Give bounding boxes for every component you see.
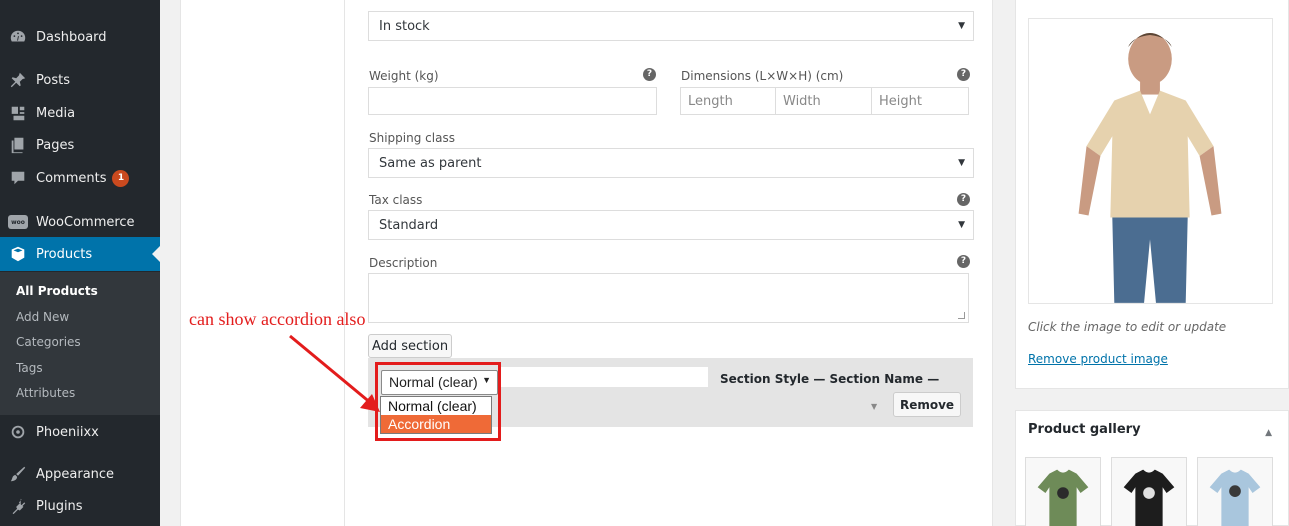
annotation-text: can show accordion also	[189, 309, 366, 329]
sidebar-item-comments[interactable]: Comments 1	[0, 161, 160, 195]
sidebar-item-label: Posts	[36, 72, 70, 88]
brush-icon	[0, 465, 36, 483]
variation-fields-area	[344, 0, 994, 526]
image-caption: Click the image to edit or update	[1028, 320, 1227, 334]
width-input[interactable]: Width	[775, 87, 872, 115]
tax-class-label: Tax class	[369, 193, 423, 207]
dashboard-icon	[0, 28, 36, 46]
active-menu-arrow	[152, 246, 160, 262]
sidebar-item-woocommerce[interactable]: woo WooCommerce	[0, 205, 160, 239]
comments-icon	[0, 169, 36, 187]
tshirt-icon	[1037, 469, 1089, 526]
stock-status-select[interactable]: In stock ▼	[368, 11, 974, 41]
sidebar-item-label: Phoeniixx	[36, 424, 99, 440]
tax-class-select[interactable]: Standard ▼	[368, 210, 974, 240]
sidebar-item-plugins[interactable]: Plugins	[0, 489, 160, 523]
sidebar-item-label: Appearance	[36, 466, 115, 482]
help-icon[interactable]: ?	[957, 68, 970, 81]
sidebar-item-posts[interactable]: Posts	[0, 63, 160, 97]
shipping-class-value: Same as parent	[379, 155, 482, 171]
shipping-class-select[interactable]: Same as parent ▼	[368, 148, 974, 178]
sidebar-item-appearance[interactable]: Appearance	[0, 457, 160, 491]
sidebar-item-label: Plugins	[36, 498, 83, 514]
media-icon	[0, 104, 36, 122]
help-icon[interactable]: ?	[957, 193, 970, 206]
annotation-arrow-icon	[289, 334, 380, 412]
tshirt-model-photo	[1078, 33, 1222, 303]
sidebar-item-label: Comments	[36, 170, 107, 186]
sidebar-item-label: WooCommerce	[36, 214, 135, 230]
tshirt-icon	[1209, 469, 1261, 526]
remove-product-image-link[interactable]: Remove product image	[1028, 352, 1168, 366]
pin-icon	[0, 71, 36, 89]
sidebar-item-products[interactable]: Products	[0, 237, 160, 271]
chevron-down-icon: ▼	[958, 21, 965, 31]
chevron-down-icon: ▼	[958, 220, 965, 230]
products-icon	[0, 245, 36, 263]
tshirt-icon	[1123, 469, 1175, 526]
plugins-icon	[0, 497, 36, 515]
submenu-add-new[interactable]: Add New	[16, 310, 69, 324]
phoeniixx-icon	[0, 423, 36, 441]
submenu-tags[interactable]: Tags	[16, 361, 43, 375]
products-submenu: All Products Add New Categories Tags Att…	[0, 272, 160, 415]
description-textarea[interactable]	[368, 273, 969, 323]
pages-icon	[0, 136, 36, 154]
woocommerce-logo-text: woo	[8, 215, 28, 229]
admin-sidebar: Dashboard Posts Media Pages Comments 1 w…	[0, 0, 160, 526]
section-style-label: Section Style — Section Name —	[720, 372, 940, 386]
stock-status-value: In stock	[379, 18, 430, 34]
shipping-class-label: Shipping class	[369, 131, 455, 145]
product-data-panel	[180, 0, 993, 526]
tax-class-value: Standard	[379, 217, 439, 233]
chevron-down-icon: ▼	[958, 158, 965, 168]
gallery-thumb-blue-tshirt[interactable]	[1197, 457, 1273, 526]
sidebar-item-label: Dashboard	[36, 29, 107, 45]
length-input[interactable]: Length	[680, 87, 776, 115]
weight-label: Weight (kg)	[369, 69, 439, 83]
resize-grip-icon[interactable]	[958, 312, 965, 319]
gallery-thumb-green-tshirt[interactable]	[1025, 457, 1101, 526]
submenu-attributes[interactable]: Attributes	[16, 386, 75, 400]
comment-count-badge: 1	[112, 169, 130, 187]
product-gallery-panel: Product gallery ▲	[1015, 410, 1289, 526]
dimensions-label: Dimensions (L×W×H) (cm)	[681, 69, 844, 83]
chevron-down-icon[interactable]: ▼	[871, 402, 877, 411]
sidebar-item-label: Pages	[36, 137, 75, 153]
gallery-thumb-black-tshirt[interactable]	[1111, 457, 1187, 526]
submenu-all-products[interactable]: All Products	[16, 284, 98, 298]
sidebar-item-media[interactable]: Media	[0, 96, 160, 130]
sidebar-item-label: Media	[36, 105, 76, 121]
weight-input[interactable]	[368, 87, 657, 115]
sidebar-item-phoeniixx[interactable]: Phoeniixx	[0, 415, 160, 449]
sidebar-item-label: Products	[36, 246, 93, 262]
description-label: Description	[369, 256, 438, 270]
chevron-up-icon[interactable]: ▲	[1265, 428, 1272, 438]
section-name-input[interactable]	[498, 367, 708, 387]
woocommerce-icon: woo	[0, 215, 36, 229]
sidebar-item-pages[interactable]: Pages	[0, 128, 160, 162]
sidebar-item-dashboard[interactable]: Dashboard	[0, 20, 160, 54]
height-input[interactable]: Height	[871, 87, 969, 115]
product-image-panel: Click the image to edit or update Remove…	[1015, 0, 1289, 389]
product-image[interactable]	[1028, 18, 1273, 304]
help-icon[interactable]: ?	[957, 255, 970, 268]
product-gallery-title: Product gallery	[1028, 422, 1141, 437]
annotation-highlight-box	[375, 362, 501, 441]
remove-section-button[interactable]: Remove	[893, 392, 961, 417]
help-icon[interactable]: ?	[643, 68, 656, 81]
submenu-categories[interactable]: Categories	[16, 335, 81, 349]
